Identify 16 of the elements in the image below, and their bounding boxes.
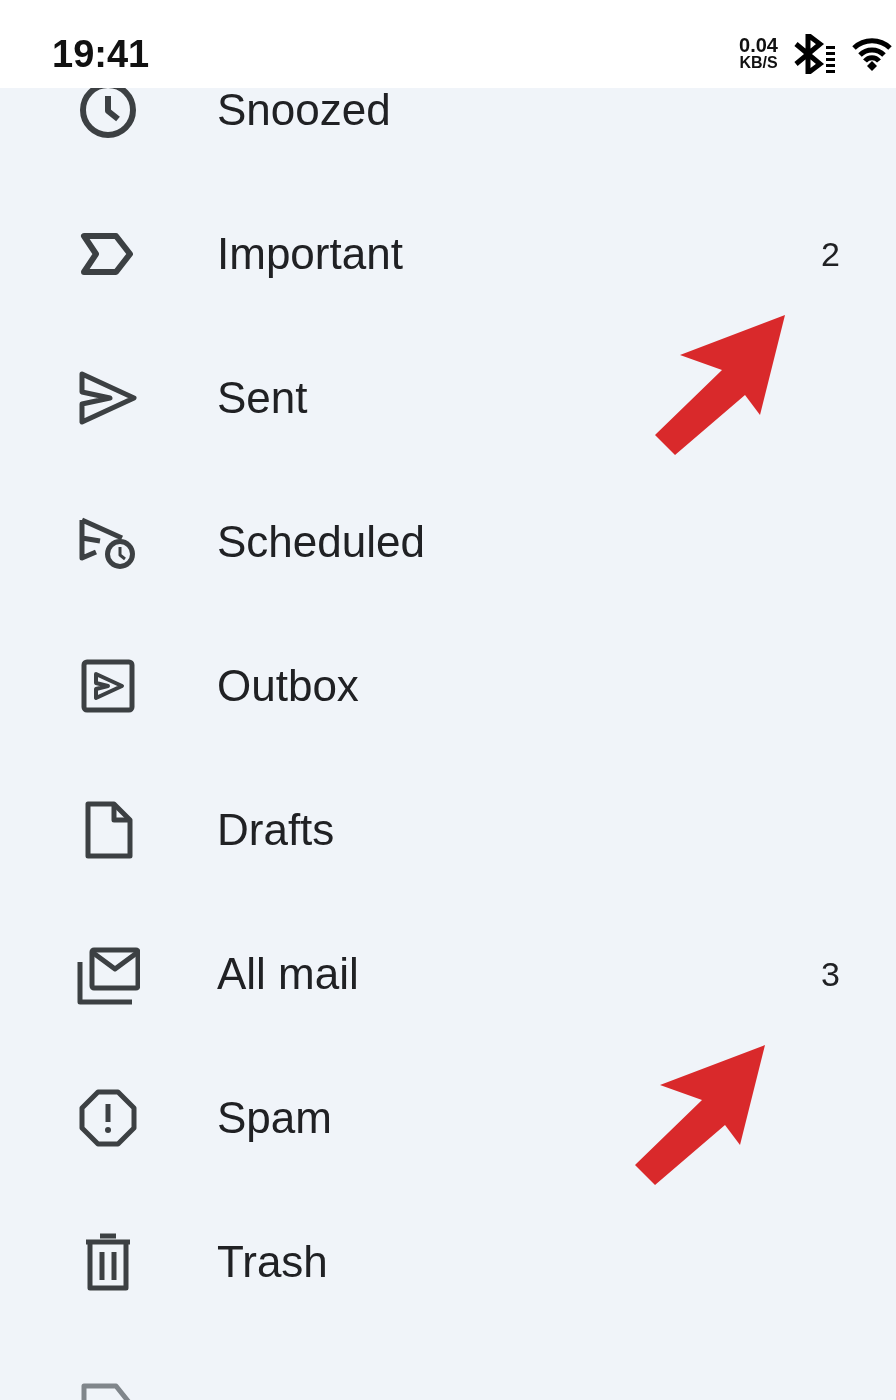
folder-label[interactable]: Scheduled bbox=[217, 517, 425, 567]
bluetooth-icon bbox=[792, 34, 838, 74]
speed-value: 0.04 bbox=[739, 36, 778, 54]
folder-label[interactable]: Important bbox=[217, 229, 403, 279]
wifi-icon bbox=[852, 37, 892, 71]
folder-label[interactable]: Outbox bbox=[217, 661, 359, 711]
folder-label[interactable]: Spam bbox=[217, 1093, 332, 1143]
folder-label[interactable]: Sent bbox=[217, 373, 308, 423]
folder-label[interactable]: All mail bbox=[217, 949, 359, 999]
speed-unit: KB/S bbox=[739, 54, 778, 72]
folder-label[interactable]: Snoozed bbox=[217, 85, 391, 135]
folder-label[interactable]: Drafts bbox=[217, 805, 335, 855]
unread-count: 3 bbox=[821, 954, 840, 994]
unread-count: 2 bbox=[821, 234, 840, 274]
folder-label[interactable]: Trash bbox=[217, 1237, 328, 1287]
clock-time: 19:41 bbox=[52, 32, 150, 76]
